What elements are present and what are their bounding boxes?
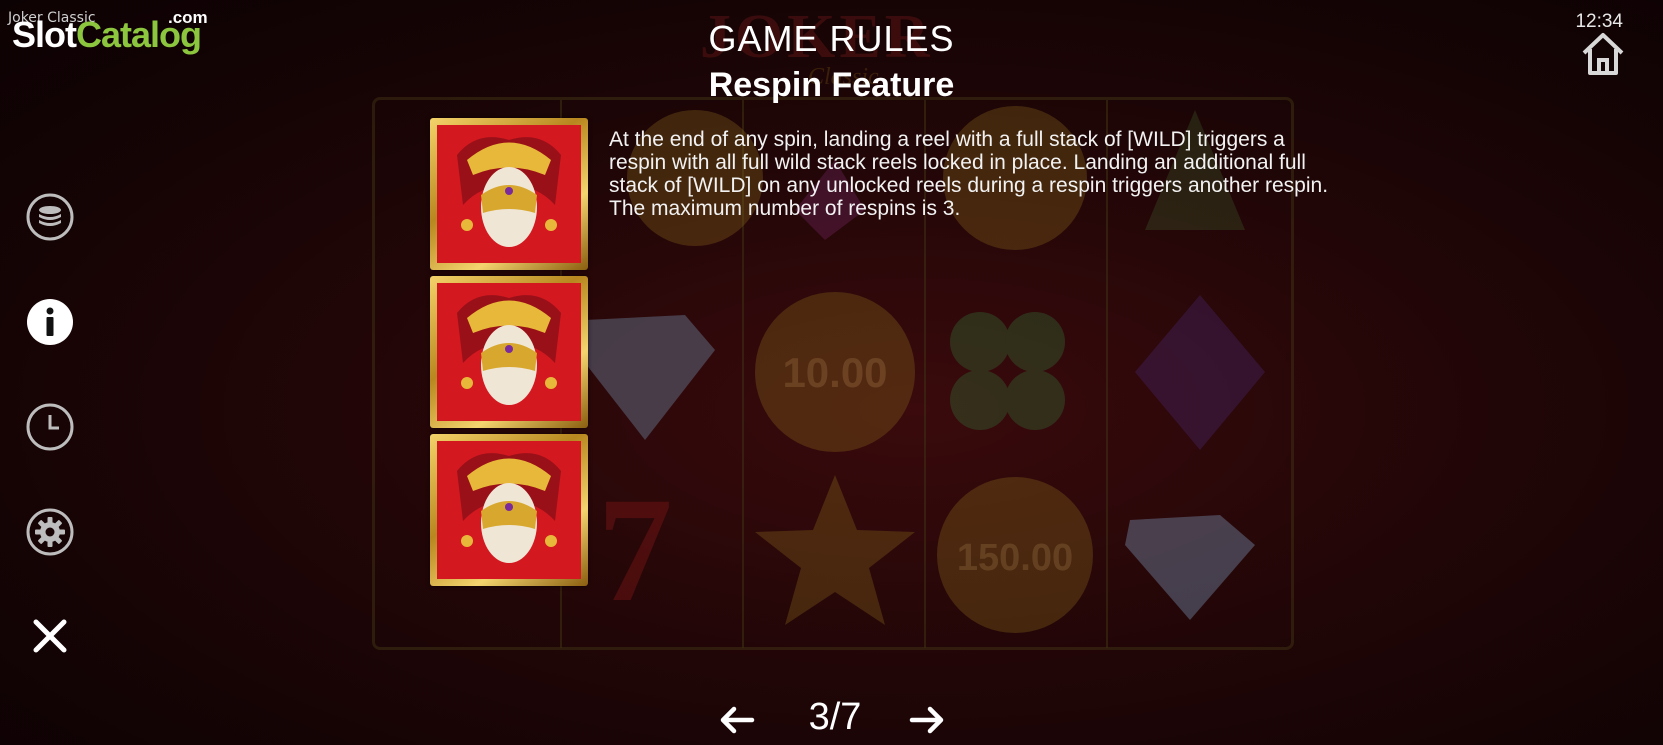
coin-value-b: 150.00	[957, 537, 1073, 579]
page-separator: /	[829, 696, 841, 738]
joker-mask-icon	[457, 137, 561, 247]
page-total: 7	[840, 696, 862, 738]
info-icon	[27, 299, 73, 345]
coin-value-a: 10.00	[782, 349, 887, 396]
coins-stack-icon	[26, 193, 74, 241]
close-icon	[33, 619, 67, 653]
sidebar-item-info[interactable]	[26, 298, 74, 346]
page-current: 3	[808, 696, 830, 738]
star-symbol	[755, 475, 915, 625]
section-title: Respin Feature	[708, 66, 955, 104]
clover-symbol	[950, 312, 1065, 430]
wild-symbol	[430, 276, 588, 428]
sidebar-item-history[interactable]	[26, 403, 74, 451]
sidebar-item-bet[interactable]	[26, 193, 74, 241]
arrow-right-icon	[909, 706, 944, 734]
sidebar-item-settings[interactable]	[26, 508, 74, 556]
page-indicator: 3/7	[790, 696, 880, 739]
next-page-button[interactable]	[908, 703, 946, 737]
arrow-left-icon	[720, 706, 755, 734]
prev-page-button[interactable]	[718, 703, 756, 737]
page-title: GAME RULES	[708, 18, 955, 59]
gem-symbol	[1135, 295, 1265, 450]
seven-symbol: 7	[598, 467, 673, 633]
close-button[interactable]	[26, 612, 74, 660]
joker-mask-icon	[457, 453, 561, 563]
rule-description: At the end of any spin, landing a reel w…	[609, 128, 1329, 220]
clock-icon	[26, 403, 74, 451]
diamond-symbol	[575, 315, 715, 440]
gear-icon	[26, 508, 74, 556]
diamond-symbol	[1125, 515, 1255, 620]
wild-symbol	[430, 434, 588, 586]
wild-symbol	[430, 118, 588, 270]
joker-mask-icon	[457, 295, 561, 405]
